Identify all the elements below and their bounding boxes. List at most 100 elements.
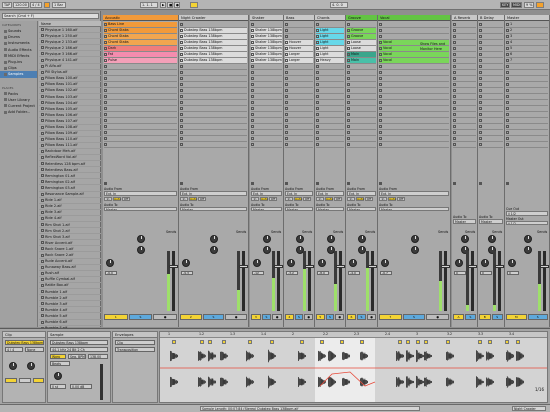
clip-stop-icon[interactable] (285, 83, 288, 86)
pan-knob[interactable] (381, 259, 389, 267)
groove-select[interactable]: None (25, 347, 44, 352)
clip-stop-icon[interactable] (506, 137, 509, 140)
play-button[interactable]: ▶ (160, 2, 166, 8)
warp-marker[interactable] (320, 340, 324, 344)
warp-marker[interactable] (200, 340, 204, 344)
clip-stop-icon[interactable] (104, 131, 107, 134)
volume-fader-handle[interactable] (305, 265, 314, 268)
clip-stop-icon[interactable] (479, 35, 482, 38)
clip-launch-icon[interactable] (104, 53, 107, 56)
clip-stop-icon[interactable] (479, 131, 482, 134)
clip-stop-icon[interactable] (316, 71, 319, 74)
clip-stop-icon[interactable] (347, 77, 350, 80)
clip-launch-icon[interactable] (379, 53, 382, 56)
clip-stop-icon[interactable] (506, 29, 509, 32)
clip-stop-icon[interactable] (506, 59, 509, 62)
arm-button[interactable]: ● (153, 314, 178, 320)
clip-stop-icon[interactable] (379, 35, 382, 38)
clip-stop-icon[interactable] (251, 23, 254, 26)
tap-button[interactable]: TAP (2, 2, 12, 8)
loop-end-field[interactable]: 4. 0. 0 (330, 2, 348, 8)
solo-button[interactable]: S (357, 314, 366, 320)
clip-stop-icon[interactable] (379, 71, 382, 74)
volume-value[interactable]: -9.3 (181, 271, 193, 275)
clip-stop-icon[interactable] (251, 101, 254, 104)
clip-launch-icon[interactable] (104, 41, 107, 44)
clip-stop-icon[interactable] (285, 101, 288, 104)
clip-launch-icon[interactable] (251, 53, 254, 56)
clip-stop-icon[interactable] (379, 65, 382, 68)
clip-stop-icon[interactable] (316, 119, 319, 122)
clip-stop-icon[interactable] (316, 95, 319, 98)
clip-loop-button[interactable] (19, 378, 31, 383)
monitor-auto-button[interactable]: Auto (388, 196, 396, 201)
send-a-knob[interactable] (137, 235, 145, 243)
volume-value[interactable]: -6.7 (380, 271, 392, 275)
clip-stop-icon[interactable] (347, 23, 350, 26)
volume-value[interactable]: -6.0 (105, 271, 117, 275)
clip-launch-icon[interactable] (285, 53, 288, 56)
waveform-editor[interactable]: 1 1.2 1.3 1.4 2 2.2 2.3 2.4 3 3.2 3.3 3.4 1/16 (159, 331, 548, 403)
send-a-knob[interactable] (487, 235, 496, 243)
clip-stop-icon[interactable] (347, 65, 350, 68)
clip-launch-icon[interactable] (180, 47, 183, 50)
arm-button[interactable]: ● (304, 314, 314, 320)
pan-knob[interactable] (182, 259, 190, 267)
clip-stop-icon[interactable] (251, 77, 254, 80)
monitor-off-button[interactable]: Off (122, 196, 130, 201)
clip-gain-knob[interactable] (9, 362, 17, 370)
quantize-select[interactable]: 1 Bar (52, 2, 66, 8)
clip-stop-icon[interactable] (506, 143, 509, 146)
clip-stop-button[interactable] (379, 181, 449, 186)
clip-stop-icon[interactable] (104, 83, 107, 86)
transpose-knob[interactable] (54, 372, 62, 380)
clip-stop-icon[interactable] (347, 131, 350, 134)
clip-stop-icon[interactable] (316, 113, 319, 116)
volume-value[interactable]: 0 (454, 271, 466, 275)
clip-stop-icon[interactable] (379, 23, 382, 26)
clip-stop-icon[interactable] (285, 125, 288, 128)
audio-from-select[interactable]: Ext. In (104, 191, 177, 196)
clip-stop-icon[interactable] (251, 137, 254, 140)
clip-stop-icon[interactable] (453, 89, 456, 92)
clip-stop-icon[interactable] (453, 23, 456, 26)
clip-stop-icon[interactable] (479, 125, 482, 128)
clip-stop-icon[interactable] (506, 101, 509, 104)
clip-launch-icon[interactable] (379, 59, 382, 62)
solo-button[interactable]: S (465, 314, 476, 320)
clip-stop-icon[interactable] (479, 65, 482, 68)
clip-launch-icon[interactable] (180, 35, 183, 38)
clip-stop-icon[interactable] (347, 119, 350, 122)
browser-search-input[interactable]: Search (Cmd + F) (2, 13, 99, 19)
monitor-in-button[interactable]: In (379, 196, 387, 201)
record-button[interactable]: ● (174, 2, 180, 8)
send-a-knob[interactable] (358, 235, 366, 243)
send-a-knob[interactable] (410, 235, 419, 243)
clip-stop-icon[interactable] (479, 29, 482, 32)
clip-stop-icon[interactable] (104, 95, 107, 98)
volume-fader-handle[interactable] (468, 265, 477, 268)
audio-from-select[interactable]: Ext. In (379, 191, 449, 196)
clip-stop-icon[interactable] (285, 119, 288, 122)
clip-stop-icon[interactable] (180, 23, 183, 26)
clip-stop-icon[interactable] (104, 107, 107, 110)
audio-from-select[interactable]: Ext. In (180, 191, 247, 196)
audio-to-select[interactable]: Master (251, 206, 282, 211)
clip-stop-icon[interactable] (180, 83, 183, 86)
clip-stop-icon[interactable] (104, 125, 107, 128)
track-activator-button[interactable]: B (479, 314, 491, 320)
metronome-button[interactable] (44, 2, 50, 8)
clip-stop-icon[interactable] (479, 107, 482, 110)
monitor-off-button[interactable]: Off (334, 196, 342, 201)
sample-gain-slider[interactable] (100, 364, 103, 400)
clip-follow-button[interactable] (33, 378, 44, 383)
clip-stop-icon[interactable] (316, 23, 319, 26)
clip-stop-icon[interactable] (180, 95, 183, 98)
envelope-control-select[interactable]: Transposition (115, 347, 155, 352)
warp-marker[interactable] (446, 340, 450, 344)
clip-stop-icon[interactable] (479, 77, 482, 80)
clip-stop-icon[interactable] (316, 131, 319, 134)
clip-stop-icon[interactable] (251, 83, 254, 86)
clip-stop-icon[interactable] (104, 101, 107, 104)
monitor-in-button[interactable]: In (180, 196, 188, 201)
